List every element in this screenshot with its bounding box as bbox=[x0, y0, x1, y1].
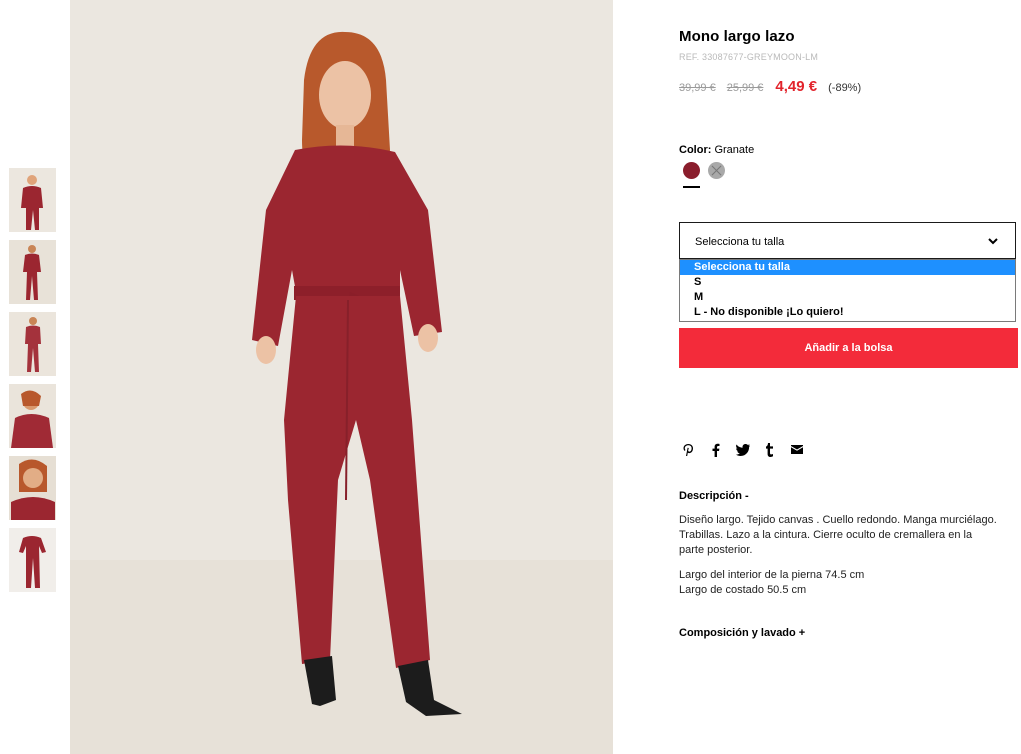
product-reference: REF. 33087677-GREYMOON-LM bbox=[679, 52, 819, 62]
original-price: 39,99 € bbox=[679, 82, 716, 94]
twitter-icon[interactable] bbox=[735, 442, 750, 457]
discount-badge: (-89%) bbox=[828, 82, 862, 94]
measurement-side-length: Largo de costado 50.5 cm bbox=[679, 584, 807, 596]
color-label: Color: Granate bbox=[679, 144, 754, 156]
measurements-text: Largo del interior de la pierna 74.5 cm … bbox=[679, 568, 999, 598]
current-price: 4,49 € bbox=[775, 78, 818, 95]
description-toggle[interactable]: Descripción - bbox=[679, 490, 749, 502]
color-value: Granate bbox=[714, 144, 755, 156]
thumbnail-list bbox=[9, 168, 56, 600]
thumbnail-4[interactable] bbox=[9, 384, 56, 448]
tumblr-icon[interactable] bbox=[762, 442, 777, 457]
pinterest-icon[interactable] bbox=[681, 442, 696, 457]
size-select[interactable]: Selecciona tu talla bbox=[679, 222, 1016, 259]
thumbnail-6[interactable] bbox=[9, 528, 56, 592]
selected-swatch-indicator bbox=[683, 186, 700, 188]
share-icons bbox=[681, 442, 804, 457]
email-icon[interactable] bbox=[789, 442, 804, 457]
product-title: Mono largo lazo bbox=[679, 28, 795, 45]
thumbnail-1[interactable] bbox=[9, 168, 56, 232]
description-text: Diseño largo. Tejido canvas . Cuello red… bbox=[679, 514, 997, 556]
color-swatch-grey-unavailable[interactable] bbox=[708, 162, 725, 179]
thumbnail-2[interactable] bbox=[9, 240, 56, 304]
color-swatch-granate[interactable] bbox=[683, 162, 700, 179]
composition-toggle[interactable]: Composición y lavado + bbox=[679, 627, 805, 639]
size-options-list: Selecciona tu talla S M L - No disponibl… bbox=[679, 259, 1016, 322]
thumbnail-5[interactable] bbox=[9, 456, 56, 520]
facebook-icon[interactable] bbox=[708, 442, 723, 457]
measurement-inseam: Largo del interior de la pierna 74.5 cm bbox=[679, 569, 865, 581]
thumbnail-3[interactable] bbox=[9, 312, 56, 376]
add-to-bag-button[interactable]: Añadir a la bolsa bbox=[679, 328, 1018, 368]
size-option-s[interactable]: S bbox=[680, 275, 1015, 290]
chevron-down-icon bbox=[988, 238, 998, 245]
size-select-label: Selecciona tu talla bbox=[695, 236, 785, 248]
size-option-placeholder[interactable]: Selecciona tu talla bbox=[680, 260, 1015, 275]
previous-price: 25,99 € bbox=[726, 82, 764, 94]
size-option-m[interactable]: M bbox=[680, 290, 1015, 305]
color-label-key: Color: bbox=[679, 144, 712, 156]
product-main-image bbox=[70, 0, 613, 754]
price-block: 39,99 € 25,99 € 4,49 € (-89%) bbox=[679, 78, 861, 95]
color-swatches bbox=[683, 162, 725, 179]
size-option-l[interactable]: L - No disponible ¡Lo quiero! bbox=[680, 305, 1015, 320]
